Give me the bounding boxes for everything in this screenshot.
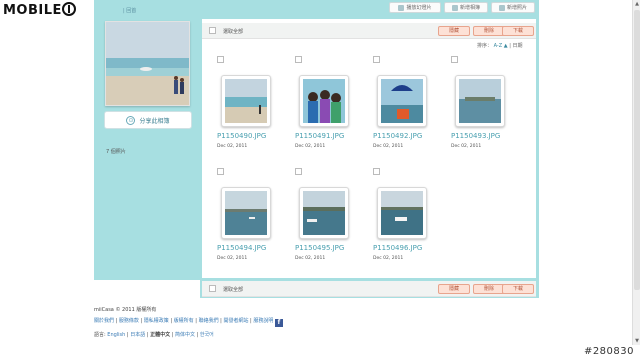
photo-date: Dec 02, 2011 xyxy=(295,144,326,149)
watermark-id: #280830 xyxy=(583,346,634,357)
photo-checkbox[interactable] xyxy=(217,56,224,63)
photo-date: Dec 02, 2011 xyxy=(217,144,248,149)
breadcrumb[interactable]: | 回首 xyxy=(123,7,136,14)
photo-checkbox[interactable] xyxy=(295,168,302,175)
photo-date: Dec 02, 2011 xyxy=(451,144,482,149)
footer-link[interactable]: 關於我們 xyxy=(94,318,114,324)
photo-checkbox[interactable] xyxy=(217,168,224,175)
share-album-button[interactable]: ⊙ 分享此相簿 xyxy=(104,111,192,129)
photo-date: Dec 02, 2011 xyxy=(373,256,404,261)
select-all-checkbox[interactable] xyxy=(209,27,216,34)
delete-button[interactable]: 刪除 xyxy=(473,284,505,294)
photo-panel xyxy=(202,19,536,278)
lang-traditional-chinese[interactable]: 正體中文 xyxy=(150,332,170,338)
photo-count: 7 個照片 xyxy=(106,149,126,155)
rights: 版權所有 xyxy=(136,307,157,313)
photo-filename[interactable]: P1150496.JPG xyxy=(373,244,422,252)
download-button[interactable]: 下載 xyxy=(502,26,534,36)
footer-link[interactable]: 服務說明 xyxy=(253,318,273,324)
mobile01-logo: MOBILE xyxy=(3,2,76,18)
photo-filename[interactable]: P1150491.JPG xyxy=(295,132,344,140)
sort-date[interactable]: 日期 xyxy=(512,43,522,49)
share-icon: ⊙ xyxy=(126,115,136,125)
top-toolbar xyxy=(200,0,539,15)
footer-links: 關於我們 | 服務條款 | 隱私權政策 | 版權所有 | 聯絡我們 | 開發者網… xyxy=(94,317,283,327)
photo-filename[interactable]: P1150490.JPG xyxy=(217,132,266,140)
language-selector: 語言: English | 日本語 | 正體中文 | 简体中文 | 한국어 xyxy=(94,332,214,338)
photo-date: Dec 02, 2011 xyxy=(373,144,404,149)
footer-link[interactable]: 隱私權政策 xyxy=(144,318,169,324)
photo-thumbnail[interactable] xyxy=(455,75,505,127)
slideshow-button[interactable]: 播放幻燈片 xyxy=(389,2,441,13)
lang-japanese[interactable]: 日本語 xyxy=(130,332,145,338)
footer-link[interactable]: 聯絡我們 xyxy=(199,318,219,324)
album-cover-image[interactable] xyxy=(105,21,190,106)
language-label: 語言: xyxy=(94,332,106,338)
photo-thumbnail[interactable] xyxy=(299,75,349,127)
photo-date: Dec 02, 2011 xyxy=(217,256,248,261)
photo-thumbnail[interactable] xyxy=(299,187,349,239)
slideshow-label: 播放幻燈片 xyxy=(406,5,432,11)
add-photos-label: 新增照片 xyxy=(506,5,527,11)
photo-thumbnail[interactable] xyxy=(221,75,271,127)
select-all-label[interactable]: 選取全部 xyxy=(223,28,243,35)
photo-checkbox[interactable] xyxy=(295,56,302,63)
hide-button[interactable]: 隱藏 xyxy=(438,284,470,294)
footer: miiCasa © 2011 版權所有 關於我們 | 服務條款 | 隱私權政策 … xyxy=(94,306,283,342)
photo-checkbox[interactable] xyxy=(373,56,380,63)
action-bar-bottom: 選取全部 隱藏 刪除 下載 xyxy=(202,281,536,297)
facebook-icon[interactable]: f xyxy=(274,319,283,327)
lang-korean[interactable]: 한국어 xyxy=(200,332,214,338)
photo-filename[interactable]: P1150493.JPG xyxy=(451,132,500,140)
slideshow-icon xyxy=(398,4,405,11)
photo-thumbnail[interactable] xyxy=(377,187,427,239)
hide-button[interactable]: 隱藏 xyxy=(438,26,470,36)
photo-checkbox[interactable] xyxy=(373,168,380,175)
footer-link[interactable]: 版權所有 xyxy=(174,318,194,324)
photo-filename[interactable]: P1150495.JPG xyxy=(295,244,344,252)
photo-filename[interactable]: P1150494.JPG xyxy=(217,244,266,252)
photo-checkbox[interactable] xyxy=(451,56,458,63)
sort-az[interactable]: A-Z ▲ xyxy=(494,43,508,49)
action-bar-top: 選取全部 隱藏 刪除 下載 xyxy=(202,23,536,39)
select-all-label[interactable]: 選取全部 xyxy=(223,286,243,293)
footer-link[interactable]: 服務條款 xyxy=(119,318,139,324)
select-all-checkbox[interactable] xyxy=(209,285,216,292)
photo-date: Dec 02, 2011 xyxy=(295,256,326,261)
sort-options: 排序： A-Z ▲ | 日期 xyxy=(477,43,523,49)
plus-icon xyxy=(498,4,505,11)
photo-thumbnail[interactable] xyxy=(221,187,271,239)
add-photos-button[interactable]: 新增照片 xyxy=(491,2,535,13)
new-album-label: 新增相簿 xyxy=(459,5,480,11)
scroll-down-icon[interactable]: ▼ xyxy=(634,338,640,344)
lang-english[interactable]: English xyxy=(107,332,125,338)
photo-filename[interactable]: P1150492.JPG xyxy=(373,132,422,140)
page-scrollbar[interactable]: ▲ ▼ xyxy=(632,0,640,345)
delete-button[interactable]: 刪除 xyxy=(473,26,505,36)
download-button[interactable]: 下載 xyxy=(502,284,534,294)
copyright: miiCasa © 2011 xyxy=(94,307,135,313)
scroll-up-icon[interactable]: ▲ xyxy=(634,1,640,7)
lang-simplified-chinese[interactable]: 简体中文 xyxy=(175,332,195,338)
sort-label: 排序： xyxy=(477,43,493,49)
scroll-thumb[interactable] xyxy=(634,10,640,290)
folder-icon xyxy=(451,4,458,11)
photo-thumbnail[interactable] xyxy=(377,75,427,127)
footer-link[interactable]: 開發者網站 xyxy=(223,318,248,324)
new-album-button[interactable]: 新增相簿 xyxy=(444,2,488,13)
share-album-label: 分享此相簿 xyxy=(139,117,170,125)
